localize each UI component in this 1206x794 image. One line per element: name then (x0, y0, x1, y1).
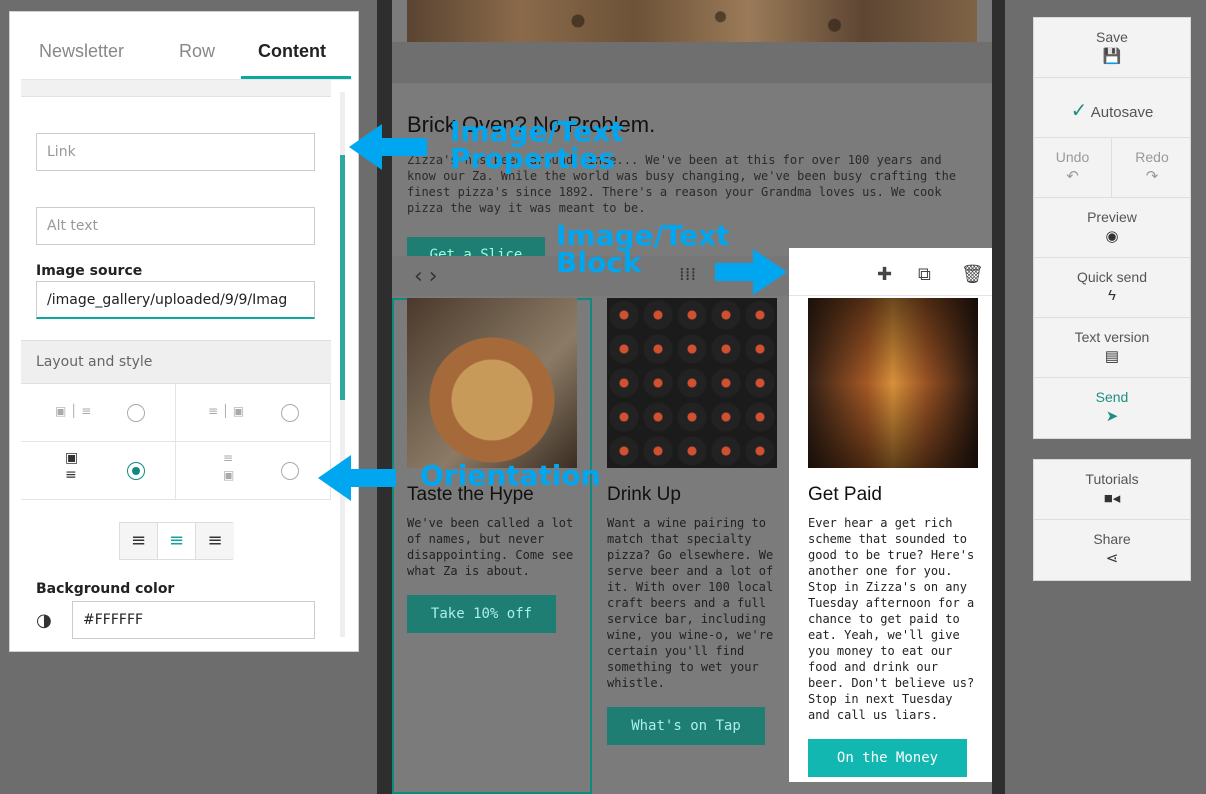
checkmark-icon: ✓ (1070, 100, 1088, 122)
layout-option-image-top[interactable]: ▣ ≡ (21, 442, 176, 500)
take-10-off-button[interactable]: Take 10% off (407, 595, 556, 633)
align-left-icon[interactable]: ≡ (120, 523, 158, 559)
block-toolbar: ✚ ⧉ 🗑 (789, 248, 992, 296)
autosave-label: Autosave (1090, 104, 1154, 121)
trash-icon[interactable]: 🗑 (961, 264, 984, 285)
background-color-input[interactable]: #FFFFFF (72, 601, 315, 639)
collapsed-section-header[interactable] (21, 80, 331, 97)
column-title: Drink Up (607, 484, 681, 505)
save-button[interactable]: Save 💾 (1034, 18, 1190, 78)
tab-newsletter[interactable]: Newsletter (39, 41, 124, 62)
redo-label: Redo (1135, 149, 1169, 165)
add-icon[interactable]: ✚ (877, 264, 892, 285)
autosave-row: ✓ Autosave (1034, 78, 1190, 123)
paper-plane-icon: ➤ (1105, 408, 1119, 425)
align-right-icon[interactable]: ≡ (196, 523, 234, 559)
layout-option-image-left[interactable]: ▣ │ ≡ (21, 384, 176, 442)
panel-tabs: Newsletter Row Content (21, 12, 352, 80)
layout-option-image-bottom[interactable]: ≡ ▣ (176, 442, 331, 500)
layout-radio[interactable] (127, 404, 145, 422)
save-label: Save (1096, 29, 1128, 45)
move-arrows-icon[interactable]: ‹› (414, 264, 444, 289)
floppy-disk-icon: 💾 (1102, 48, 1122, 65)
quick-send-label: Quick send (1076, 269, 1148, 285)
quick-send-button[interactable]: Quick send ϟ (1034, 258, 1190, 318)
content-column-2[interactable]: Drink Up Want a wine pairing to match th… (607, 298, 777, 745)
whats-on-tap-button[interactable]: What's on Tap (607, 707, 765, 745)
column-text: Want a wine pairing to match that specia… (607, 516, 774, 690)
align-center-icon[interactable]: ≡ (158, 523, 196, 559)
properties-panel: Newsletter Row Content Link Alt text Ima… (9, 11, 359, 652)
share-button[interactable]: Share ⋖ (1034, 520, 1190, 580)
scrollbar-thumb[interactable] (340, 155, 345, 400)
redo-icon: ↷ (1145, 168, 1159, 185)
column-text: We've been called a lot of names, but ne… (407, 516, 574, 578)
layout-option-image-right[interactable]: ≡ │ ▣ (176, 384, 331, 442)
undo-redo-row: Undo ↶ Redo ↷ (1034, 138, 1190, 198)
document-icon: ▤ (1104, 348, 1120, 365)
bottle-caps-image[interactable] (607, 298, 777, 468)
image-top-text-bottom-icon: ▣ ≡ (65, 450, 79, 483)
share-icon: ⋖ (1105, 550, 1119, 567)
eye-icon: ◉ (1105, 228, 1119, 245)
undo-label: Undo (1055, 149, 1090, 165)
image-source-label: Image source (36, 263, 143, 279)
text-align-group: ≡ ≡ ≡ (119, 522, 234, 560)
orientation-options: ▣ │ ≡ ≡ │ ▣ ▣ ≡ ≡ ▣ (21, 384, 331, 500)
autosave-toggle[interactable]: ✓ Autosave (1034, 78, 1190, 138)
block-arrow-icon (715, 249, 787, 295)
pizza-image[interactable] (407, 298, 577, 468)
text-image-right-icon: ≡ │ ▣ (208, 404, 245, 418)
preview-button[interactable]: Preview ◉ (1034, 198, 1190, 258)
tutorials-label: Tutorials (1085, 471, 1139, 487)
alt-text-input[interactable]: Alt text (36, 207, 315, 245)
annotation-properties: Image/Text Properties (450, 115, 624, 175)
column-text: Ever hear a get rich scheme that sounded… (808, 516, 975, 722)
action-sidebar: Save 💾 ✓ Autosave Undo ↶ Redo ↷ Preview … (1033, 17, 1191, 439)
contrast-icon[interactable]: ◑ (36, 610, 52, 631)
image-source-input[interactable]: /image_gallery/uploaded/9/9/Imag (36, 281, 315, 319)
text-version-button[interactable]: Text version ▤ (1034, 318, 1190, 378)
on-the-money-button[interactable]: On the Money (808, 739, 967, 777)
lightning-icon: ϟ (1108, 287, 1116, 304)
redo-button[interactable]: Redo ↷ (1113, 138, 1191, 198)
undo-button[interactable]: Undo ↶ (1034, 138, 1112, 198)
restaurant-image[interactable] (808, 298, 978, 468)
tab-row[interactable]: Row (179, 41, 215, 62)
column-title: Get Paid (808, 484, 882, 505)
properties-arrow-icon (349, 124, 427, 170)
hero-image[interactable] (407, 0, 977, 42)
active-tab-indicator (241, 76, 351, 79)
layout-radio[interactable] (281, 462, 299, 480)
row-separator (392, 42, 992, 83)
text-version-label: Text version (1074, 329, 1150, 345)
duplicate-icon[interactable]: ⧉ (918, 264, 931, 285)
share-label: Share (1093, 531, 1131, 547)
annotation-orientation: Orientation (420, 459, 601, 492)
layout-radio[interactable] (281, 404, 299, 422)
preview-label: Preview (1087, 209, 1137, 225)
link-input[interactable]: Link (36, 133, 315, 171)
tutorials-button[interactable]: Tutorials ■◂ (1034, 460, 1190, 520)
tab-content[interactable]: Content (258, 41, 326, 62)
send-button[interactable]: Send ➤ (1034, 378, 1190, 438)
content-column-3[interactable]: Get Paid Ever hear a get rich scheme tha… (808, 298, 978, 777)
layout-style-header[interactable]: Layout and style (21, 340, 331, 384)
undo-icon: ↶ (1066, 168, 1079, 185)
layout-radio-selected[interactable] (127, 462, 145, 480)
text-top-image-bottom-icon: ≡ ▣ (223, 451, 235, 482)
image-text-left-icon: ▣ │ ≡ (55, 404, 92, 418)
background-color-label: Background color (36, 581, 175, 597)
orientation-arrow-icon (318, 455, 396, 501)
help-sidebar: Tutorials ■◂ Share ⋖ (1033, 459, 1191, 581)
video-camera-icon: ■◂ (1103, 490, 1121, 507)
send-label: Send (1095, 389, 1129, 405)
